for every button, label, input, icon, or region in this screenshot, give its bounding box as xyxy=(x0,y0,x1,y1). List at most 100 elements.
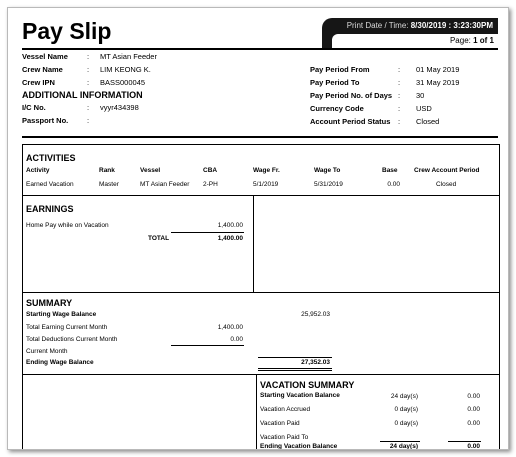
vacation-starting-amount: 0.00 xyxy=(467,393,480,400)
activities-col-crew-account-period: Crew Account Period xyxy=(414,167,480,174)
print-info-box: Print Date / Time: 8/30/2019 : 3:23:30PM… xyxy=(322,18,498,49)
pay-period-to-label: Pay Period To xyxy=(310,78,360,87)
additional-info-heading: ADDITIONAL INFORMATION xyxy=(22,90,143,100)
summary-ending-double-underline xyxy=(258,368,332,371)
passport-no-label: Passport No. xyxy=(22,116,69,125)
summary-ending-label: Ending Wage Balance xyxy=(26,359,94,366)
colon: : xyxy=(398,104,401,113)
vacation-paid-days: 0 day(s) xyxy=(394,420,418,427)
crew-ipn-value: BASS000045 xyxy=(100,78,146,87)
summary-starting-label: Starting Wage Balance xyxy=(26,311,97,318)
vacation-accrued-amount: 0.00 xyxy=(467,406,480,413)
activities-cell-base: 0.00 xyxy=(387,181,400,188)
earnings-rule xyxy=(22,292,500,293)
activities-col-activity: Activity xyxy=(26,167,50,174)
page-title: Pay Slip xyxy=(22,18,112,44)
currency-code-label: Currency Code xyxy=(310,104,364,113)
colon: : xyxy=(398,117,401,126)
vessel-name-label: Vessel Name xyxy=(22,52,68,61)
vacation-paid-amount: 0.00 xyxy=(467,420,480,427)
summary-deductions-underline xyxy=(171,345,244,346)
vacation-paid-label: Vacation Paid xyxy=(260,420,300,427)
vacation-starting-days: 24 day(s) xyxy=(390,393,418,400)
crew-name-value: LIM KEONG K. xyxy=(100,65,151,74)
activities-col-base: Base xyxy=(382,167,398,174)
earnings-total-label: TOTAL xyxy=(148,235,170,242)
earnings-divider xyxy=(253,195,254,292)
pay-period-from-label: Pay Period From xyxy=(310,65,370,74)
page-label: Page: xyxy=(449,36,471,45)
summary-starting-value: 25,952.03 xyxy=(301,311,330,318)
colon: : xyxy=(87,116,90,125)
earnings-item-value: 1,400.00 xyxy=(217,222,243,229)
colon: : xyxy=(398,78,401,87)
earnings-underline xyxy=(171,232,244,233)
summary-heading: SUMMARY xyxy=(26,298,73,308)
activities-cell-vessel: MT Asian Feeder xyxy=(140,181,190,188)
summary-current-underline xyxy=(258,357,332,358)
ic-no-label: I/C No. xyxy=(22,103,46,112)
activities-col-vessel: Vessel xyxy=(140,167,161,174)
activities-cell-crew-account-period: Closed xyxy=(436,181,457,188)
summary-ending-value: 27,352.03 xyxy=(301,359,330,366)
print-date-value: 8/30/2019 : 3:23:30PM xyxy=(410,21,493,30)
summary-earning-value: 1,400.00 xyxy=(217,324,243,331)
colon: : xyxy=(87,65,90,74)
pay-period-to-value: 31 May 2019 xyxy=(416,78,460,87)
pay-period-days-label: Pay Period No. of Days xyxy=(310,91,393,100)
colon: : xyxy=(398,65,401,74)
pay-period-days-value: 30 xyxy=(416,91,425,100)
activities-col-cba: CBA xyxy=(203,167,218,174)
crew-name-label: Crew Name xyxy=(22,65,63,74)
vacation-ending-days: 24 day(s) xyxy=(389,443,418,450)
page-number-line: Page: 1 of 1 xyxy=(450,36,494,45)
activities-cell-activity: Earned Vacation xyxy=(26,181,74,188)
activities-heading: ACTIVITIES xyxy=(26,153,76,163)
activities-col-wage-to: Wage To xyxy=(314,167,341,174)
summary-current-label: Current Month xyxy=(26,348,68,355)
vacation-ending-amount: 0.00 xyxy=(467,443,480,450)
vessel-name-value: MT Asian Feeder xyxy=(100,52,157,61)
info-rule xyxy=(22,136,498,138)
account-period-status-value: Closed xyxy=(416,117,440,126)
detail-box xyxy=(22,144,500,449)
colon: : xyxy=(87,103,90,112)
earnings-total-value: 1,400.00 xyxy=(217,235,243,242)
currency-code-value: USD xyxy=(416,104,432,113)
activities-cell-rank: Master xyxy=(99,181,119,188)
header-rule xyxy=(22,48,498,50)
page-value: 1 of 1 xyxy=(473,36,494,45)
print-date-label: Print Date / Time: xyxy=(346,21,409,30)
activities-cell-wage-to: 5/31/2019 xyxy=(314,181,343,188)
colon: : xyxy=(87,52,90,61)
activities-cell-cba: 2-PH xyxy=(203,181,218,188)
colon: : xyxy=(398,91,401,100)
summary-rule xyxy=(22,374,500,375)
vacation-amount-underline xyxy=(448,441,481,442)
earnings-item-label: Home Pay while on Vacation xyxy=(26,222,109,229)
vacation-divider xyxy=(256,374,257,449)
activities-col-rank: Rank xyxy=(99,167,115,174)
activities-col-wage-from: Wage Fr. xyxy=(253,167,280,174)
summary-deductions-label: Total Deductions Current Month xyxy=(26,336,118,343)
vacation-paid-to-label: Vacation Paid To xyxy=(260,434,309,441)
crew-ipn-label: Crew IPN xyxy=(22,78,55,87)
print-date-line: Print Date / Time: 8/30/2019 : 3:23:30PM xyxy=(347,21,493,30)
colon: : xyxy=(87,78,90,87)
pay-slip-document: Pay Slip Print Date / Time: 8/30/2019 : … xyxy=(7,7,509,450)
vacation-days-underline xyxy=(380,441,420,442)
activities-rule xyxy=(22,195,500,196)
earnings-heading: EARNINGS xyxy=(26,204,74,214)
summary-deductions-value: 0.00 xyxy=(230,336,243,343)
page-strip: Page: 1 of 1 xyxy=(332,34,498,49)
vacation-accrued-label: Vacation Accrued xyxy=(260,406,311,413)
ic-no-value: vyyr434398 xyxy=(100,103,139,112)
vacation-heading: VACATION SUMMARY xyxy=(260,380,355,390)
account-period-status-label: Account Period Status xyxy=(310,117,391,126)
activities-cell-wage-from: 5/1/2019 xyxy=(253,181,279,188)
vacation-starting-label: Starting Vacation Balance xyxy=(260,392,340,399)
vacation-ending-label: Ending Vacation Balance xyxy=(260,443,338,450)
vacation-accrued-days: 0 day(s) xyxy=(394,406,418,413)
summary-earning-label: Total Earning Current Month xyxy=(26,324,108,331)
pay-period-from-value: 01 May 2019 xyxy=(416,65,460,74)
